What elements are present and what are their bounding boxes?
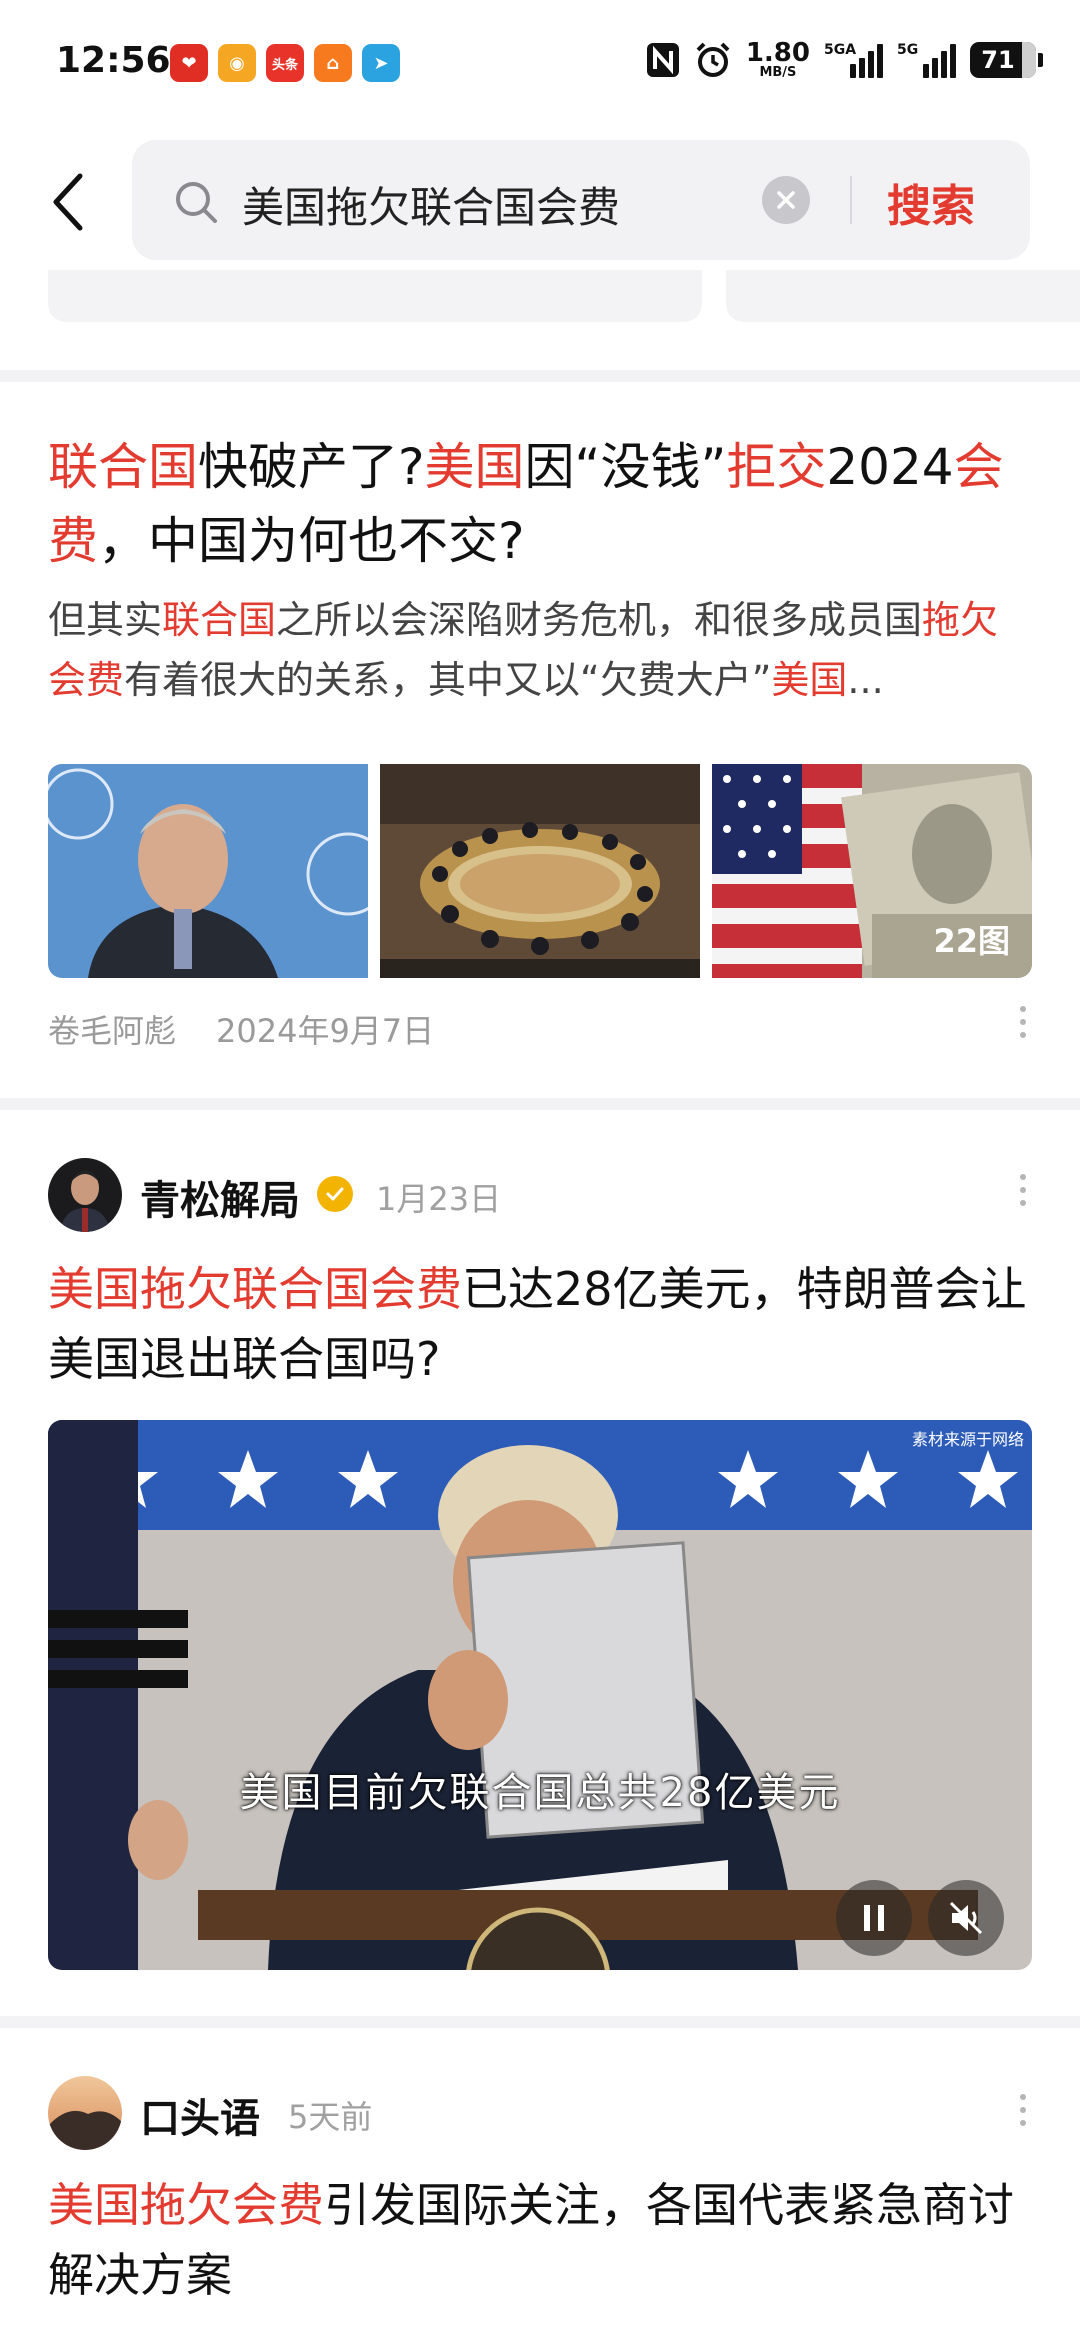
mute-button[interactable] bbox=[928, 1880, 1004, 1956]
article-snippet: 但其实联合国之所以会深陷财务危机，和很多成员国拖欠会费有着很大的关系，其中又以“… bbox=[48, 590, 1032, 710]
related-chip-right[interactable] bbox=[726, 270, 1080, 322]
post-author[interactable]: 口头语 bbox=[140, 2086, 260, 2144]
search-button[interactable]: 搜索 bbox=[887, 170, 975, 234]
video-source-label: 素材来源于网络 bbox=[911, 1430, 1024, 1449]
status-time: 12:56 bbox=[56, 40, 171, 81]
post-title-highlight: 美国拖欠联合国会费 bbox=[48, 1262, 462, 1316]
search-icon bbox=[176, 182, 217, 223]
article-title-text: 快破产了? bbox=[198, 438, 425, 496]
article-snippet-text: 之所以会深陷财务危机，和很多成员国 bbox=[276, 598, 923, 642]
post-title[interactable]: 美国拖欠会费引发国际关注，各国代表紧急商讨解决方案 bbox=[48, 2170, 1032, 2310]
verified-badge-icon bbox=[317, 1176, 353, 1212]
pause-button[interactable] bbox=[836, 1880, 912, 1956]
pinduoduo-icon: ❤ bbox=[170, 44, 208, 82]
article-snippet-text: 但其实 bbox=[48, 598, 163, 642]
section-separator bbox=[0, 370, 1080, 382]
post-date: 5天前 bbox=[288, 2098, 373, 2136]
weibo-icon: ◉ bbox=[218, 44, 256, 82]
toutiao-icon: 头条 bbox=[266, 44, 304, 82]
article-title-highlight: 美国 bbox=[424, 438, 525, 496]
post-date: 1月23日 bbox=[376, 1180, 502, 1218]
status-bar: 12:56 ❤ ◉ 头条 ⌂ ➤ 1.80 MB/S 5GA 5G 71 bbox=[0, 0, 1080, 130]
article-title-highlight: 拒交 bbox=[726, 438, 827, 496]
section-separator bbox=[0, 2016, 1080, 2028]
article-date: 2024年9月7日 bbox=[216, 1012, 435, 1050]
article-image-flag-dollar[interactable]: 22图 bbox=[712, 764, 1032, 978]
more-options-icon[interactable] bbox=[1020, 2094, 1026, 2126]
signal-5g-label: 5G bbox=[897, 41, 919, 58]
nfc-icon bbox=[646, 42, 679, 77]
article-image-guterres[interactable] bbox=[48, 764, 368, 978]
article-image-row[interactable]: 22图 bbox=[48, 764, 1032, 978]
more-options-icon[interactable] bbox=[1020, 1006, 1026, 1038]
network-speed-value: 1.80 bbox=[745, 38, 810, 68]
notification-app-icons: ❤ ◉ 头条 ⌂ ➤ bbox=[170, 44, 400, 82]
orange-app-icon: ⌂ bbox=[314, 44, 352, 82]
search-divider bbox=[850, 176, 852, 224]
telegram-icon: ➤ bbox=[362, 44, 400, 82]
article-title-highlight: 联合国 bbox=[48, 438, 198, 496]
search-input[interactable]: 美国拖欠联合国会费 bbox=[242, 174, 620, 235]
network-speed: 1.80 MB/S bbox=[746, 40, 810, 79]
article-title-text: 因“没钱” bbox=[524, 438, 727, 496]
article-title-text: 2024 bbox=[826, 438, 954, 496]
article-author[interactable]: 卷毛阿彪 bbox=[48, 1006, 176, 1052]
post-title-highlight: 美国拖欠会费 bbox=[48, 2178, 324, 2232]
post-author[interactable]: 青松解局 bbox=[140, 1168, 300, 1226]
avatar[interactable] bbox=[48, 1158, 122, 1232]
post-title[interactable]: 美国拖欠联合国会费已达28亿美元，特朗普会让美国退出联合国吗? bbox=[48, 1254, 1032, 1394]
article-card[interactable]: 联合国快破产了?美国因“没钱”拒交2024会费，中国为何也不交? 但其实联合国之… bbox=[48, 430, 1032, 710]
article-snippet-highlight: 美国 bbox=[771, 658, 848, 702]
article-snippet-text: 有着很大的关系，其中又以“欠费大户” bbox=[124, 658, 772, 702]
back-arrow-icon bbox=[53, 173, 83, 231]
article-snippet-text: ... bbox=[847, 658, 884, 702]
video-player[interactable]: 素材来源于网络 美国目前欠联合国总共28亿美元 bbox=[48, 1420, 1032, 1970]
status-indicators: 1.80 MB/S 5GA 5G 71 bbox=[646, 40, 1043, 79]
signal-5ga-label: 5GA bbox=[824, 41, 857, 58]
signal-5ga-icon: 5GA bbox=[824, 42, 883, 78]
article-title[interactable]: 联合国快破产了?美国因“没钱”拒交2024会费，中国为何也不交? bbox=[48, 430, 1032, 578]
article-snippet-highlight: 联合国 bbox=[162, 598, 277, 642]
close-icon bbox=[777, 191, 795, 209]
battery-icon: 71 bbox=[970, 41, 1043, 78]
clear-search-button[interactable] bbox=[762, 176, 810, 224]
search-box[interactable]: 美国拖欠联合国会费 搜索 bbox=[132, 140, 1030, 260]
pause-icon bbox=[864, 1905, 884, 1931]
back-button[interactable] bbox=[40, 170, 96, 234]
signal-5g-icon: 5G bbox=[897, 42, 956, 78]
video-subtitle: 美国目前欠联合国总共28亿美元 bbox=[239, 1770, 841, 1816]
image-count-badge: 22图 bbox=[933, 922, 1010, 960]
network-speed-unit: MB/S bbox=[759, 65, 797, 80]
alarm-icon bbox=[696, 42, 730, 77]
avatar[interactable] bbox=[48, 2076, 122, 2150]
battery-level: 71 bbox=[981, 45, 1015, 74]
related-chip-left[interactable] bbox=[48, 270, 702, 322]
muted-speaker-icon bbox=[949, 1901, 983, 1935]
search-header: 美国拖欠联合国会费 搜索 bbox=[0, 130, 1080, 270]
article-title-text: ，中国为何也不交? bbox=[98, 512, 525, 570]
article-image-security-council[interactable] bbox=[380, 764, 700, 978]
section-separator bbox=[0, 1098, 1080, 1110]
more-options-icon[interactable] bbox=[1020, 1174, 1026, 1206]
